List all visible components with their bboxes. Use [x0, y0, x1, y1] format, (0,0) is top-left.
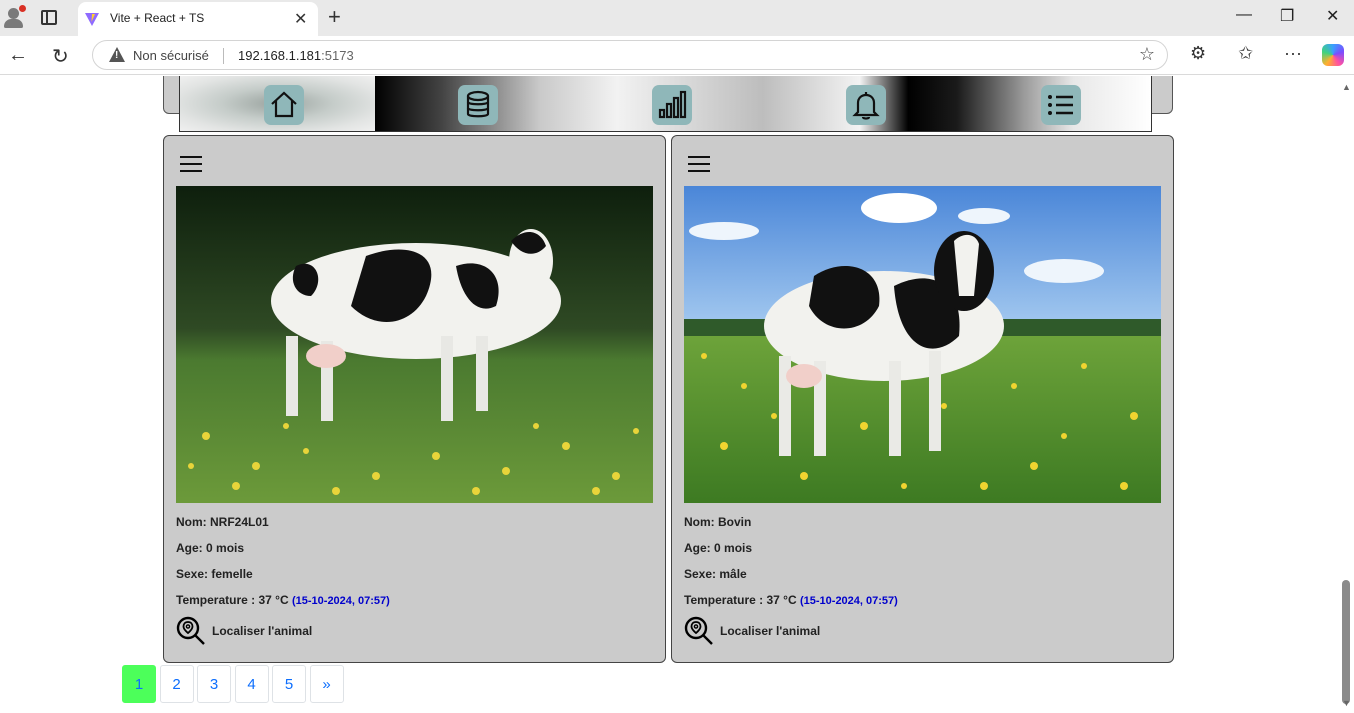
locate-animal-button[interactable]: Localiser l'animal	[176, 616, 312, 646]
vite-logo-icon	[85, 13, 99, 26]
page-link-2[interactable]: 2	[159, 665, 194, 703]
temperature-timestamp: (15-10-2024, 07:57)	[799, 595, 898, 607]
security-label[interactable]: Non sécurisé	[133, 48, 209, 63]
page-viewport: Nom: NRF24L01 Age: 0 mois Sexe: femelle …	[0, 76, 1338, 713]
animal-card: Nom: Bovin Age: 0 mois Sexe: mâle Temper…	[671, 135, 1174, 663]
animal-card: Nom: NRF24L01 Age: 0 mois Sexe: femelle …	[163, 135, 666, 663]
chart-icon	[658, 90, 687, 119]
minimize-icon[interactable]: —	[1236, 6, 1252, 24]
page-link-1[interactable]: 1	[122, 665, 156, 703]
locate-animal-button[interactable]: Localiser l'animal	[684, 616, 820, 646]
window-close-icon[interactable]: ✕	[1326, 6, 1339, 26]
more-menu-icon[interactable]: ···	[1284, 43, 1302, 64]
browser-tab[interactable]: Vite + React + TS ✕	[78, 2, 318, 36]
card-menu-icon[interactable]	[688, 155, 710, 173]
url-input[interactable]: Non sécurisé 192.168.1.181:5173 ☆	[92, 40, 1168, 70]
new-tab-icon[interactable]: +	[328, 4, 341, 30]
home-icon	[271, 91, 297, 118]
favorites-icon[interactable]: ✩	[1238, 43, 1253, 64]
locate-search-icon	[176, 616, 205, 645]
url-text[interactable]: 192.168.1.181:5173	[238, 48, 354, 63]
cow-photo	[176, 186, 653, 503]
database-icon	[466, 90, 490, 118]
animal-temperature: Temperature : 37 °C (15-10-2024, 07:57)	[684, 593, 898, 607]
animal-name: Nom: NRF24L01	[176, 515, 269, 529]
nav-bar	[179, 76, 1152, 132]
animal-age: Age: 0 mois	[176, 541, 245, 555]
page-scrollbar[interactable]: ▲ ▼	[1338, 76, 1354, 713]
page-link-5[interactable]: 5	[272, 665, 306, 703]
card-menu-icon[interactable]	[180, 155, 202, 173]
divider	[223, 48, 224, 64]
scroll-thumb[interactable]	[1342, 580, 1350, 704]
tab-actions-icon[interactable]	[41, 10, 57, 25]
warning-icon[interactable]	[109, 47, 125, 62]
temperature-timestamp: (15-10-2024, 07:57)	[291, 595, 390, 607]
page-link-4[interactable]: 4	[234, 665, 269, 703]
scroll-down-icon[interactable]: ▼	[1342, 698, 1351, 708]
nav-notifications-button[interactable]	[846, 85, 886, 125]
bell-icon	[852, 92, 880, 120]
cow-photo	[684, 186, 1161, 503]
address-bar: ← ↻ Non sécurisé 192.168.1.181:5173 ☆ ⚙ …	[0, 36, 1354, 75]
page-next[interactable]: »	[309, 665, 344, 703]
nav-stats-button[interactable]	[652, 85, 692, 125]
reload-icon[interactable]: ↻	[52, 44, 69, 69]
animal-sex: Sexe: mâle	[684, 567, 747, 581]
animal-temperature: Temperature : 37 °C (15-10-2024, 07:57)	[176, 593, 390, 607]
restore-icon[interactable]: ❐	[1280, 6, 1294, 26]
animal-sex: Sexe: femelle	[176, 567, 253, 581]
scroll-up-icon[interactable]: ▲	[1342, 82, 1351, 92]
close-tab-icon[interactable]: ✕	[294, 9, 307, 29]
locate-label[interactable]: Localiser l'animal	[720, 624, 820, 638]
nav-list-button[interactable]	[1041, 85, 1081, 125]
page-link-3[interactable]: 3	[197, 665, 231, 703]
back-icon[interactable]: ←	[8, 44, 28, 67]
animal-name: Nom: Bovin	[684, 515, 752, 529]
nav-database-button[interactable]	[458, 85, 498, 125]
locate-label[interactable]: Localiser l'animal	[212, 624, 312, 638]
profile-icon[interactable]	[4, 5, 26, 29]
tab-title: Vite + React + TS	[110, 11, 205, 25]
list-icon	[1048, 95, 1073, 115]
extensions-icon[interactable]: ⚙	[1190, 43, 1206, 64]
locate-search-icon	[684, 616, 713, 645]
animal-age: Age: 0 mois	[684, 541, 753, 555]
browser-tab-bar: Vite + React + TS ✕ + — ❐ ✕	[0, 0, 1354, 36]
copilot-icon[interactable]	[1322, 44, 1344, 66]
nav-home-button[interactable]	[264, 85, 304, 125]
pagination: 1 2 3 4 5 »	[122, 665, 347, 703]
favorite-star-icon[interactable]: ☆	[1139, 44, 1155, 65]
